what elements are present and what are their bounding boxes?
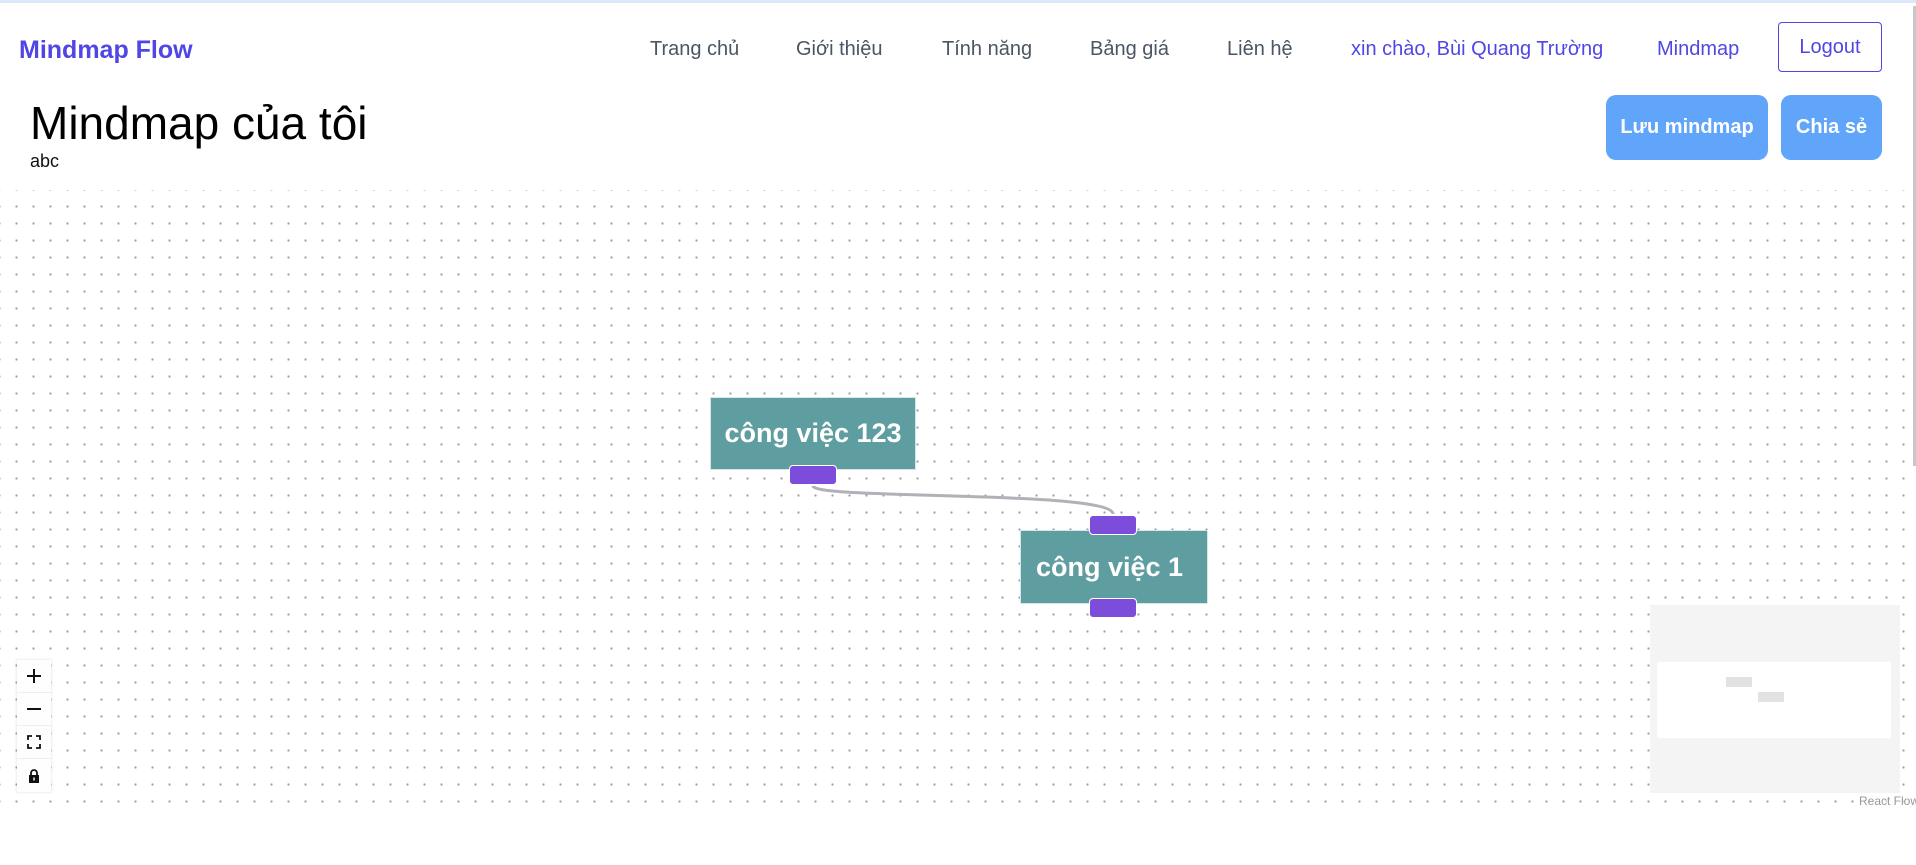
- node-target-handle[interactable]: [1089, 515, 1137, 535]
- flow-edge[interactable]: [811, 484, 1115, 515]
- window-top-border: [0, 0, 1916, 3]
- minus-icon: [27, 708, 41, 710]
- nav-item-pricing[interactable]: Bảng giá: [1090, 38, 1169, 61]
- nav-item-contact[interactable]: Liên hệ: [1227, 38, 1293, 61]
- react-flow-attribution[interactable]: React Flow: [1856, 793, 1916, 809]
- user-greeting[interactable]: xin chào, Bùi Quang Trường: [1351, 38, 1603, 61]
- nav-item-features[interactable]: Tính năng: [942, 38, 1032, 61]
- node-label: công việc 123: [724, 418, 902, 448]
- nav-item-mindmap[interactable]: Mindmap: [1657, 38, 1739, 61]
- mindmap-node[interactable]: công việc 123: [710, 397, 916, 470]
- fit-view-button[interactable]: [17, 726, 51, 759]
- lock-icon: [29, 768, 39, 783]
- save-mindmap-button[interactable]: Lưu mindmap: [1606, 95, 1768, 160]
- logout-button[interactable]: Logout: [1778, 22, 1882, 72]
- mindmap-node[interactable]: công việc 1: [1020, 530, 1208, 604]
- brand-logo[interactable]: Mindmap Flow: [19, 36, 193, 65]
- plus-icon: [27, 669, 41, 683]
- flow-canvas[interactable]: công việc 123 công việc 1 React Flow: [0, 190, 1916, 815]
- lock-button[interactable]: [17, 759, 51, 792]
- node-source-handle[interactable]: [1089, 598, 1137, 618]
- nav-item-home[interactable]: Trang chủ: [650, 38, 739, 61]
- flow-controls: [17, 660, 51, 792]
- zoom-in-button[interactable]: [17, 660, 51, 693]
- page-title: Mindmap của tôi: [30, 97, 368, 149]
- page-subtitle: abc: [30, 151, 60, 171]
- node-label: công việc 1: [1036, 551, 1184, 582]
- nav-item-about[interactable]: Giới thiệu: [796, 38, 882, 61]
- fit-view-icon: [27, 735, 41, 749]
- flow-edges: [811, 484, 1115, 515]
- minimap-node: [1758, 692, 1784, 702]
- zoom-out-button[interactable]: [17, 693, 51, 726]
- minimap-node: [1726, 677, 1752, 687]
- flow-minimap[interactable]: [1650, 605, 1900, 793]
- share-button[interactable]: Chia sẻ: [1781, 95, 1882, 160]
- node-source-handle[interactable]: [789, 465, 837, 485]
